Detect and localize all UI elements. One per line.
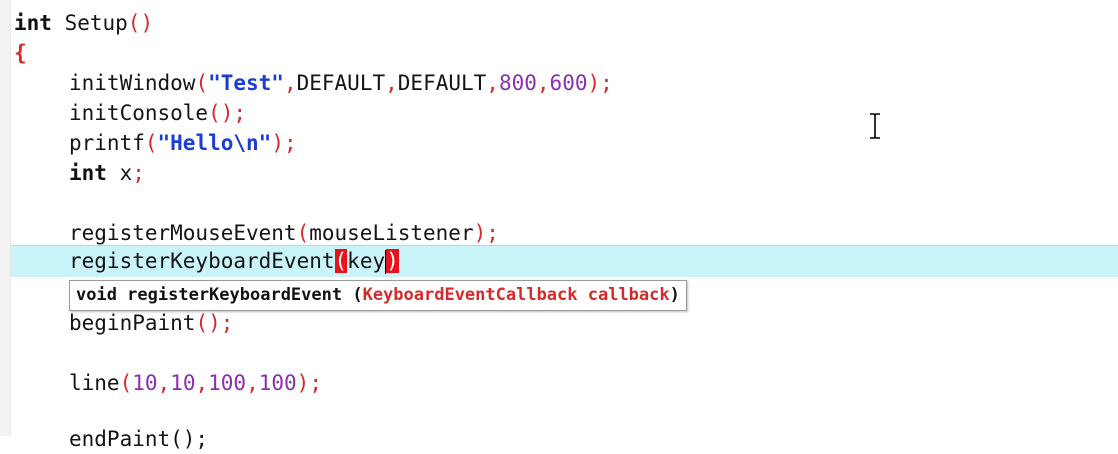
argument: DEFAULT [296,71,386,95]
function-name: line [69,371,120,395]
partially-visible-code: endPaint(); [69,427,209,451]
comma: , [385,71,398,95]
tooltip-suffix: ) [669,285,680,305]
string-literal: "Test" [208,71,284,95]
code-line-6[interactable]: int x; [14,158,145,188]
open-paren: ( [195,71,209,95]
code-line-9[interactable]: registerKeyboardEvent(key) [14,246,399,276]
number-literal: 10 [170,371,196,395]
code-line-13[interactable]: line(10,10,100,100); [14,368,322,398]
tooltip-signature: void registerKeyboardEvent ( [76,285,363,305]
function-name: printf [69,131,145,155]
close-paren-semicolon: ); [296,371,322,395]
matched-open-paren: ( [334,249,348,273]
semicolon: ; [132,161,145,185]
comma: , [157,371,171,395]
code-line-4[interactable]: initConsole(); [14,98,246,128]
function-name: registerMouseEvent [69,221,297,245]
matched-close-paren: ) [386,249,399,273]
open-paren: ( [119,371,133,395]
variable-name: x [106,161,133,185]
code-line-8[interactable]: registerMouseEvent(mouseListener); [14,218,499,248]
comma: , [195,371,209,395]
number-literal: 100 [208,371,247,395]
number-literal: 600 [549,71,588,95]
close-paren-semicolon: ); [271,131,297,155]
comma: , [486,71,499,95]
keyword: int [69,161,107,185]
editor-gutter [0,0,11,436]
argument: DEFAULT [397,71,487,95]
comma: , [283,71,297,95]
function-name: initWindow [69,71,196,95]
string-literal: "Hello\n" [157,131,272,155]
tooltip-current-parameter: KeyboardEventCallback callback [362,285,670,305]
function-name: beginPaint [69,311,196,335]
argument: key [347,249,386,273]
number-literal: 100 [258,371,297,395]
close-paren-semicolon: ); [587,71,613,95]
open-paren: ( [144,131,158,155]
keyword: int [14,11,52,35]
code-line-11[interactable]: beginPaint(); [14,308,233,338]
comma: , [246,371,259,395]
call-punctuation: (); [195,311,234,335]
code-line-5[interactable]: printf("Hello\n"); [14,128,297,158]
open-paren: ( [296,221,310,245]
call-punctuation: (); [208,101,247,125]
function-name: registerKeyboardEvent [69,249,335,273]
function-name: initConsole [69,101,209,125]
comma: , [536,71,550,95]
close-paren-semicolon: ); [473,221,499,245]
code-line-3[interactable]: initWindow("Test",DEFAULT,DEFAULT,800,60… [14,68,613,98]
open-brace: { [14,41,27,65]
code-line-1[interactable]: int Setup() [14,8,153,38]
argument: mouseListener [309,221,474,245]
number-literal: 10 [132,371,158,395]
code-line-2[interactable]: { [14,38,27,68]
parameter-info-tooltip: void registerKeyboardEvent (KeyboardEven… [69,280,687,311]
number-literal: 800 [498,71,537,95]
code-line-15[interactable]: endPaint(); [14,424,208,454]
parens: () [127,11,154,35]
text-ibeam-cursor-icon [870,113,880,139]
code-editor[interactable]: int Setup() { initWindow("Test",DEFAULT,… [0,0,1118,451]
function-name: Setup [51,11,128,35]
